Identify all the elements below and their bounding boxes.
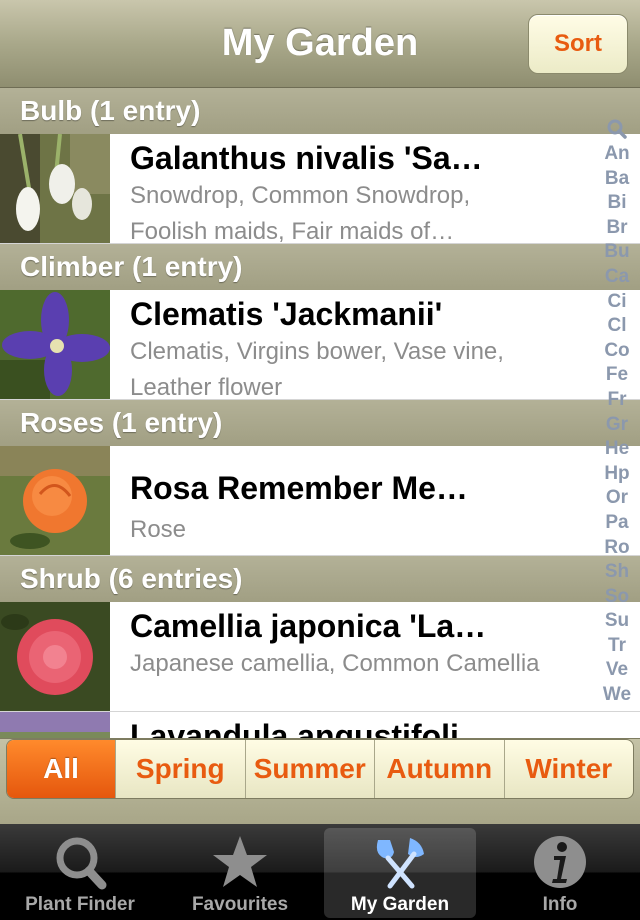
list-item[interactable]: Camellia japonica 'La… Japanese camellia… xyxy=(0,602,640,712)
star-icon xyxy=(210,834,270,890)
index-letter[interactable]: Hp xyxy=(594,462,640,487)
info-icon xyxy=(530,834,590,890)
list-item[interactable]: Clematis 'Jackmanii' Clematis, Virgins b… xyxy=(0,290,640,401)
index-letter[interactable]: He xyxy=(594,437,640,462)
plant-name: Rosa Remember Me… xyxy=(130,470,468,506)
tab-label: Favourites xyxy=(191,894,289,915)
garden-tools-icon xyxy=(370,834,430,890)
index-letter[interactable]: Bu xyxy=(594,240,640,265)
plant-name: Lavandula angustifoli… xyxy=(130,718,491,738)
index-letter[interactable]: Sh xyxy=(594,560,640,585)
tab-favourites[interactable]: Favourites xyxy=(164,828,316,918)
season-segmented-control: All Spring Summer Autumn Winter xyxy=(6,739,634,799)
tab-label: My Garden xyxy=(350,894,450,915)
tab-label: Plant Finder xyxy=(25,894,135,915)
plant-thumbnail xyxy=(0,134,110,243)
index-letter[interactable]: So xyxy=(594,585,640,610)
plant-common-names: Snowdrop, Common Snowdrop, Foolish maids… xyxy=(130,182,471,245)
tab-my-garden[interactable]: My Garden xyxy=(324,828,476,918)
list-item[interactable]: Lavandula angustifoli… xyxy=(0,712,640,738)
index-letter[interactable]: Ba xyxy=(594,167,640,192)
navigation-bar: My Garden Sort xyxy=(0,0,640,88)
segment-spring[interactable]: Spring xyxy=(115,740,245,798)
segment-all[interactable]: All xyxy=(7,740,115,798)
plant-thumbnail xyxy=(0,602,110,711)
index-letter[interactable]: Su xyxy=(594,609,640,634)
plant-thumbnail xyxy=(0,290,110,399)
section-header-climber: Climber (1 entry) xyxy=(0,244,640,290)
index-letter[interactable]: Ve xyxy=(594,658,640,683)
season-filter-bar: All Spring Summer Autumn Winter xyxy=(0,738,640,824)
section-header-shrub: Shrub (6 entries) xyxy=(0,556,640,602)
segment-winter[interactable]: Winter xyxy=(503,740,634,798)
index-letter[interactable]: Pa xyxy=(594,511,640,536)
index-letter[interactable]: Ca xyxy=(594,265,640,290)
index-letter[interactable]: Fr xyxy=(594,388,640,413)
index-letter[interactable]: Ci xyxy=(594,290,640,315)
index-letter[interactable]: Or xyxy=(594,486,640,511)
index-letter[interactable]: Br xyxy=(594,216,640,241)
index-letter[interactable]: Fe xyxy=(594,363,640,388)
magnifier-icon xyxy=(50,834,110,890)
index-letter[interactable]: Bi xyxy=(594,191,640,216)
index-letter[interactable]: Cl xyxy=(594,314,640,339)
index-letter[interactable]: We xyxy=(594,683,640,708)
list-item[interactable]: Galanthus nivalis 'Sa… Snowdrop, Common … xyxy=(0,134,640,245)
plant-name: Galanthus nivalis 'Sa… xyxy=(130,140,483,176)
tab-bar: Plant Finder Favourites My Garden Info xyxy=(0,824,640,920)
plant-list[interactable]: Bulb (1 entry) Galanthus nivalis 'Sa… Sn… xyxy=(0,88,640,738)
index-letter[interactable]: Tr xyxy=(594,634,640,659)
plant-common-names: Rose xyxy=(130,516,187,543)
index-letter[interactable]: Ro xyxy=(594,536,640,561)
tab-info[interactable]: Info xyxy=(484,828,636,918)
plant-common-names: Clematis, Virgins bower, Vase vine, Leat… xyxy=(130,338,504,401)
section-header-bulb: Bulb (1 entry) xyxy=(0,88,640,134)
index-letter[interactable]: An xyxy=(594,142,640,167)
plant-thumbnail xyxy=(0,446,110,555)
plant-common-names: Japanese camellia, Common Camellia xyxy=(130,650,540,677)
list-item[interactable]: Rosa Remember Me… Rose xyxy=(0,446,640,556)
index-letter[interactable]: Gr xyxy=(594,413,640,438)
plant-name: Camellia japonica 'La… xyxy=(130,608,487,644)
index-letter[interactable]: Co xyxy=(594,339,640,364)
section-index[interactable]: An Ba Bi Br Bu Ca Ci Cl Co Fe Fr Gr He H… xyxy=(594,118,640,710)
tab-plant-finder[interactable]: Plant Finder xyxy=(4,828,156,918)
search-icon[interactable] xyxy=(594,118,640,142)
segment-summer[interactable]: Summer xyxy=(244,740,375,798)
segment-autumn[interactable]: Autumn xyxy=(374,740,504,798)
tab-label: Info xyxy=(542,894,578,915)
plant-name: Clematis 'Jackmanii' xyxy=(130,296,443,332)
sort-button[interactable]: Sort xyxy=(528,14,628,74)
section-header-roses: Roses (1 entry) xyxy=(0,400,640,446)
plant-thumbnail xyxy=(0,712,110,738)
